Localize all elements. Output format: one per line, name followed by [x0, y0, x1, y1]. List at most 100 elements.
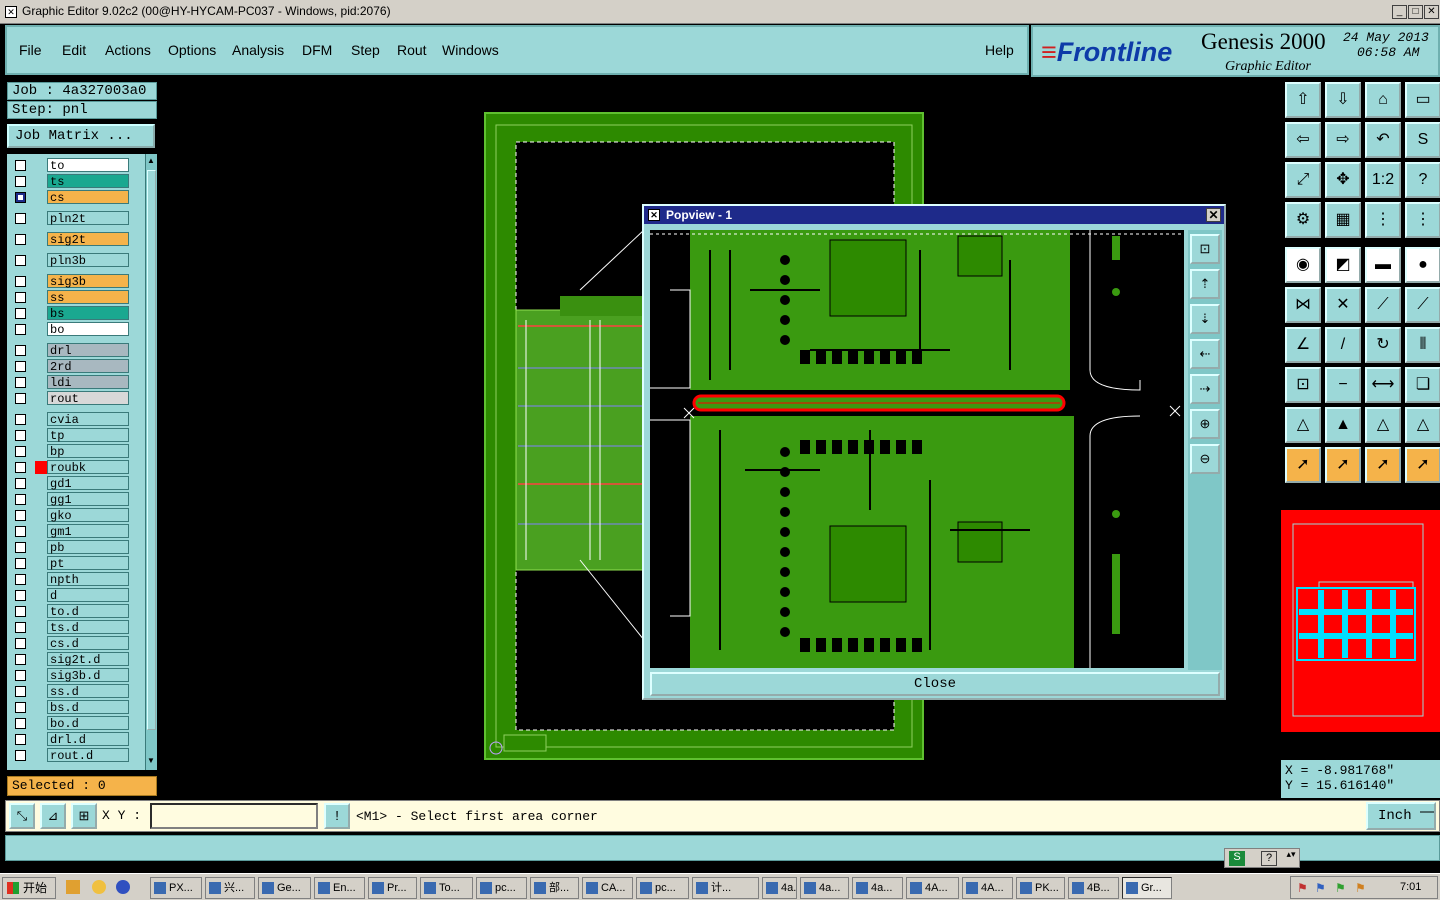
popview-titlebar[interactable]: ✕ Popview - 1 ✕ [644, 206, 1224, 224]
taskbar-item[interactable]: PX... [150, 877, 202, 899]
layer-checkbox[interactable] [15, 160, 26, 171]
layer-row[interactable]: to.d [11, 604, 133, 619]
layer-name[interactable]: cs.d [47, 636, 129, 651]
pan-left-icon[interactable]: ⇠ [1190, 339, 1220, 369]
menu-edit[interactable]: Edit [62, 42, 86, 58]
layer-name[interactable]: sig3b.d [47, 668, 129, 683]
zoom-in-icon[interactable]: ⊕ [1190, 409, 1220, 439]
layer-row[interactable]: drl.d [11, 732, 133, 747]
layer-name[interactable]: to.d [47, 604, 129, 619]
layer-checkbox[interactable] [15, 622, 26, 633]
layer-name[interactable]: ts.d [47, 620, 129, 635]
layer-name[interactable]: gd1 [47, 476, 129, 491]
layer-row[interactable]: ss [11, 290, 133, 305]
flip-icon[interactable]: ⫴ [1405, 327, 1440, 363]
taskbar-item[interactable]: pc... [476, 877, 527, 899]
layer-row[interactable]: npth [11, 572, 133, 587]
pointer-icon[interactable]: ➚ [1285, 447, 1321, 483]
layer-name[interactable]: d [47, 588, 129, 603]
layer-row[interactable]: tp [11, 428, 133, 443]
surface-icon[interactable]: ◩ [1325, 247, 1361, 283]
quicklaunch-icon[interactable] [66, 880, 80, 894]
layer-row[interactable]: sig2t [11, 232, 133, 247]
layer-row[interactable]: bo [11, 322, 133, 337]
menu-dfm[interactable]: DFM [302, 42, 332, 58]
layer-checkbox[interactable] [15, 377, 26, 388]
s-icon[interactable]: S [1229, 851, 1245, 866]
layer-name[interactable]: gm1 [47, 524, 129, 539]
taskbar-item[interactable]: pc... [636, 877, 689, 899]
stretch-icon[interactable]: ⟷ [1365, 367, 1401, 403]
arc-icon[interactable]: ↻ [1365, 327, 1401, 363]
job-matrix-button[interactable]: Job Matrix ... [7, 124, 155, 148]
scale-1-2-icon[interactable]: 1:2 [1365, 162, 1401, 198]
layer-checkbox[interactable] [15, 478, 26, 489]
layer-row[interactable]: gd1 [11, 476, 133, 491]
pan-right-icon[interactable]: ⇢ [1190, 374, 1220, 404]
snap-settings-icon[interactable]: ⚙ [1285, 202, 1321, 238]
layer-name[interactable]: ts [47, 174, 129, 189]
close-window-button[interactable]: ✕ [1424, 5, 1439, 19]
layer-checkbox[interactable] [15, 213, 26, 224]
layer-name[interactable]: pln3b [47, 253, 129, 268]
layer-checkbox[interactable] [15, 494, 26, 505]
layer-row[interactable]: gm1 [11, 524, 133, 539]
layer-name[interactable]: rout [47, 391, 129, 406]
zoom-fit-icon[interactable]: ⊡ [1190, 234, 1220, 264]
layer-checkbox[interactable] [15, 638, 26, 649]
layer-checkbox[interactable] [15, 324, 26, 335]
home-view-icon[interactable]: ⌂ [1365, 82, 1401, 118]
layer-row[interactable]: bs.d [11, 700, 133, 715]
taskbar-item[interactable]: 4a... [800, 877, 849, 899]
layer-name[interactable]: ss.d [47, 684, 129, 699]
tray-icon[interactable]: ⚑ [1335, 881, 1346, 895]
layer-checkbox[interactable] [15, 526, 26, 537]
layer-row[interactable]: sig3b.d [11, 668, 133, 683]
taskbar-item[interactable]: Ge... [258, 877, 311, 899]
layer-checkbox[interactable] [15, 234, 26, 245]
layer-name[interactable]: pb [47, 540, 129, 555]
layer-name[interactable]: drl [47, 343, 129, 358]
quicklaunch-icon[interactable] [116, 880, 130, 894]
layer-row[interactable]: cs [11, 190, 133, 205]
menu-options[interactable]: Options [168, 42, 216, 58]
layer-checkbox[interactable] [15, 702, 26, 713]
layer-row[interactable]: 2rd [11, 359, 133, 374]
layer-name[interactable]: gko [47, 508, 129, 523]
layer-name[interactable]: bs [47, 306, 129, 321]
scroll-up-icon[interactable]: ▲ [147, 156, 156, 166]
layer-row[interactable]: gko [11, 508, 133, 523]
grid-icon[interactable]: ▦ [1325, 202, 1361, 238]
slash-icon[interactable]: / [1325, 327, 1361, 363]
layer-checkbox[interactable] [15, 430, 26, 441]
taskbar-item[interactable]: 4A... [962, 877, 1013, 899]
maximize-button[interactable]: □ [1408, 5, 1423, 19]
spin-icon[interactable]: ▴▾ [1285, 849, 1297, 860]
layer-checkbox[interactable] [15, 192, 26, 203]
scroll-thumb[interactable] [147, 170, 156, 730]
layer-name[interactable]: to [47, 158, 129, 173]
pointer-route-icon[interactable]: ➚ [1405, 447, 1440, 483]
minimize-button[interactable]: _ [1392, 5, 1407, 19]
unit-selector[interactable]: Inch ⎻ [1366, 802, 1436, 830]
layer-name[interactable]: sig2t [47, 232, 129, 247]
layer-checkbox[interactable] [15, 558, 26, 569]
layer-name[interactable]: roubk [47, 460, 129, 475]
zoom-top-icon[interactable]: ⇧ [1285, 82, 1321, 118]
zoom-center-icon[interactable]: ✥ [1325, 162, 1361, 198]
taskbar-item[interactable]: En... [314, 877, 365, 899]
layer-checkbox[interactable] [15, 718, 26, 729]
layer-name[interactable]: sig2t.d [47, 652, 129, 667]
xy-input[interactable] [150, 803, 318, 829]
triangle-mirror-icon[interactable]: △ [1405, 407, 1440, 443]
pan-down-icon[interactable]: ⇣ [1190, 304, 1220, 334]
layer-row[interactable]: rout.d [11, 748, 133, 763]
triangle-snap-icon[interactable]: △ [1365, 407, 1401, 443]
taskbar-item[interactable]: PK... [1016, 877, 1065, 899]
layer-checkbox[interactable] [15, 590, 26, 601]
triangle-small-icon[interactable]: △ [1285, 407, 1321, 443]
layer-checkbox[interactable] [15, 292, 26, 303]
taskbar-item[interactable]: 部... [530, 877, 579, 899]
layer-row[interactable]: pt [11, 556, 133, 571]
command-info-icon[interactable]: ! [324, 803, 350, 829]
